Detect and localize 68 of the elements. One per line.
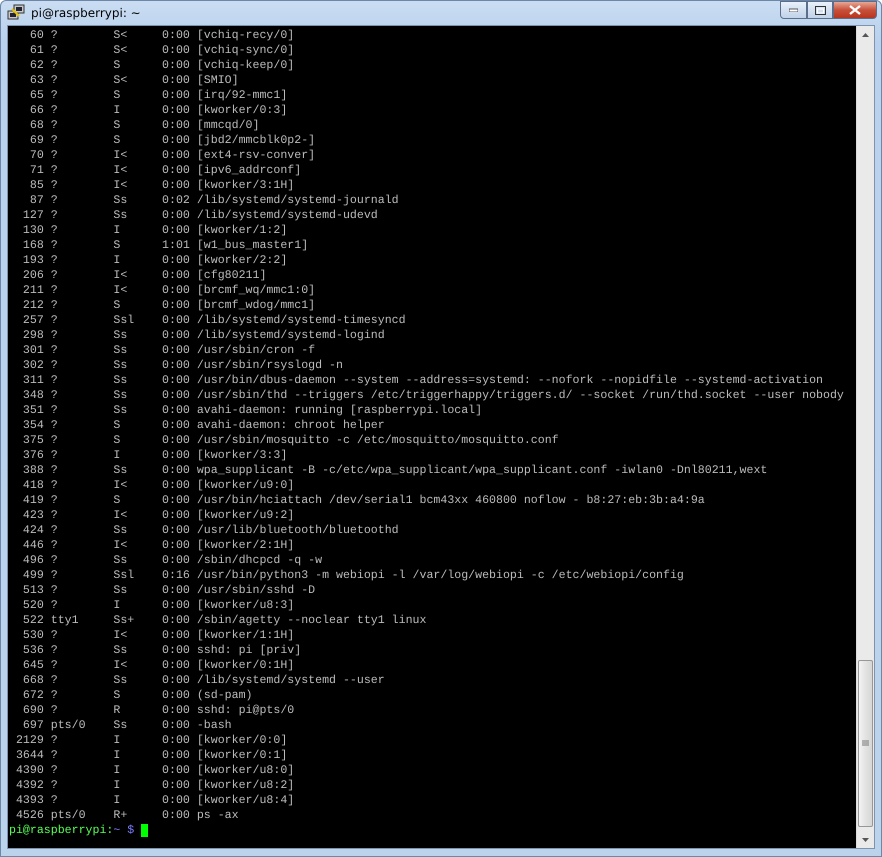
terminal-line: 212 ? S 0:00 [brcmf_wdog/mmc1] xyxy=(22,298,316,313)
terminal-line: 3644 ? I 0:00 [kworker/0:1] xyxy=(14,748,288,763)
terminal-line: 354 ? S 0:00 avahi-daemon: chroot helper xyxy=(22,418,385,433)
terminal-line: 348 ? Ss 0:00 /usr/sbin/thd --triggers /etc/triggerhappy/triggers.d/ --socket /run/thd.socket --user nobody xyxy=(22,388,844,403)
terminal-line: 376 ? I 0:00 [kworker/3:3] xyxy=(22,448,288,463)
terminal-line: 311 ? Ss 0:00 /usr/bin/dbus-daemon --system --address=systemd: --nofork --nopidfile --systemd-activation xyxy=(22,373,824,388)
shell-prompt: pi@raspberrypi:~ $ xyxy=(9,823,134,838)
terminal-line: 522 tty1 Ss+ 0:00 /sbin/agetty --noclear tty1 linux xyxy=(22,613,426,628)
terminal-line: 68 ? S 0:00 [mmcqd/0] xyxy=(28,118,260,133)
vertical-scrollbar[interactable] xyxy=(856,26,874,848)
terminal-line: 193 ? I 0:00 [kworker/2:2] xyxy=(22,253,288,268)
window-title: pi@raspberrypi: ~ xyxy=(31,6,142,20)
terminal-line: 257 ? Ssl 0:00 /lib/systemd/systemd-timesyncd xyxy=(22,313,406,328)
terminal-line: 298 ? Ss 0:00 /lib/systemd/systemd-logind xyxy=(22,328,385,343)
terminal-line: 419 ? S 0:00 /usr/bin/hciattach /dev/serial1 bcm43xx 460800 noflow - b8:27:eb:3b:a4:9a xyxy=(22,493,705,508)
terminal-line: 70 ? I< 0:00 [ext4-rsv-conver] xyxy=(28,148,316,163)
terminal-line: 530 ? I< 0:00 [kworker/1:1H] xyxy=(22,628,294,643)
terminal-line: 69 ? S 0:00 [jbd2/mmcblk0p2-] xyxy=(28,133,316,148)
terminal-line: 4392 ? I 0:00 [kworker/u8:2] xyxy=(14,778,294,793)
terminal-line: 690 ? R 0:00 sshd: pi@pts/0 xyxy=(22,703,294,718)
up-arrow-icon xyxy=(862,32,869,36)
terminal-line: 697 pts/0 Ss 0:00 -bash xyxy=(22,718,232,733)
terminal-line: 668 ? Ss 0:00 /lib/systemd/systemd --user xyxy=(22,673,385,688)
maximize-icon xyxy=(814,6,826,14)
minimize-button[interactable] xyxy=(780,1,807,19)
terminal-line: 130 ? I 0:00 [kworker/1:2] xyxy=(22,223,288,238)
maximize-button[interactable] xyxy=(807,1,833,19)
terminal-line: 211 ? I< 0:00 [brcmf_wq/mmc1:0] xyxy=(22,283,316,298)
terminal-line: 645 ? I< 0:00 [kworker/0:1H] xyxy=(22,658,294,673)
terminal-line: 536 ? Ss 0:00 sshd: pi [priv] xyxy=(22,643,302,658)
terminal-line: 4526 pts/0 R+ 0:00 ps -ax xyxy=(14,808,239,823)
terminal-line: 206 ? I< 0:00 [cfg80211] xyxy=(22,268,266,283)
terminal-line: 66 ? I 0:00 [kworker/0:3] xyxy=(28,103,288,118)
terminal-line: 301 ? Ss 0:00 /usr/sbin/cron -f xyxy=(22,343,316,358)
terminal-line: 2129 ? I 0:00 [kworker/0:0] xyxy=(14,733,288,748)
terminal-line: 71 ? I< 0:00 [ipv6_addrconf] xyxy=(28,163,302,178)
scrollbar-thumb[interactable] xyxy=(858,660,873,827)
terminal-line: 446 ? I< 0:00 [kworker/2:1H] xyxy=(22,538,294,553)
terminal-line: 513 ? Ss 0:00 /usr/sbin/sshd -D xyxy=(22,583,316,598)
terminal-line: 672 ? S 0:00 (sd-pam) xyxy=(22,688,253,703)
terminal-line: 302 ? Ss 0:00 /usr/sbin/rsyslogd -n xyxy=(22,358,343,373)
terminal-line: 520 ? I 0:00 [kworker/u8:3] xyxy=(22,598,294,613)
terminal-line: 62 ? S 0:00 [vchiq-keep/0] xyxy=(28,58,294,73)
terminal-computer-icon xyxy=(7,4,25,22)
terminal-line: 388 ? Ss 0:00 wpa_supplicant -B -c/etc/wpa_supplicant/wpa_supplicant.conf -iwlan0 -Dnl80211,wext xyxy=(22,463,768,478)
text-cursor xyxy=(141,824,148,837)
terminal-line: 423 ? I< 0:00 [kworker/u9:2] xyxy=(22,508,294,523)
terminal-line: 60 ? S< 0:00 [vchiq-recy/0] xyxy=(28,28,294,43)
close-icon xyxy=(849,5,861,15)
terminal-line: 4390 ? I 0:00 [kworker/u8:0] xyxy=(14,763,294,778)
terminal-line: 496 ? Ss 0:00 /sbin/dhcpcd -q -w xyxy=(22,553,322,568)
terminal-line: 61 ? S< 0:00 [vchiq-sync/0] xyxy=(28,43,294,58)
terminal-line: 168 ? S 1:01 [w1_bus_master1] xyxy=(22,238,308,253)
terminal-line: 87 ? Ss 0:02 /lib/systemd/systemd-journald xyxy=(28,193,399,208)
grip-icon xyxy=(862,740,869,747)
terminal-line: 85 ? I< 0:00 [kworker/3:1H] xyxy=(28,178,294,193)
terminal-line: 65 ? S 0:00 [irq/92-mmc1] xyxy=(28,88,288,103)
terminal-line: 4393 ? I 0:00 [kworker/u8:4] xyxy=(14,793,294,808)
minimize-icon xyxy=(789,8,798,12)
terminal-line: 418 ? I< 0:00 [kworker/u9:0] xyxy=(22,478,294,493)
terminal-line: 375 ? S 0:00 /usr/sbin/mosquitto -c /etc/mosquitto/mosquitto.conf xyxy=(22,433,559,448)
close-button[interactable] xyxy=(833,1,877,19)
down-arrow-icon xyxy=(862,838,869,842)
terminal-line: 351 ? Ss 0:00 avahi-daemon: running [raspberrypi.local] xyxy=(22,403,482,418)
terminal-line: 424 ? Ss 0:00 /usr/lib/bluetooth/bluetoothd xyxy=(22,523,399,538)
terminal-line: 499 ? Ssl 0:16 /usr/bin/python3 -m webiopi -l /var/log/webiopi -c /etc/webiopi/config xyxy=(22,568,684,583)
terminal-line: 63 ? S< 0:00 [SMIO] xyxy=(28,73,239,88)
terminal-line: 127 ? Ss 0:00 /lib/systemd/systemd-udevd xyxy=(22,208,378,223)
